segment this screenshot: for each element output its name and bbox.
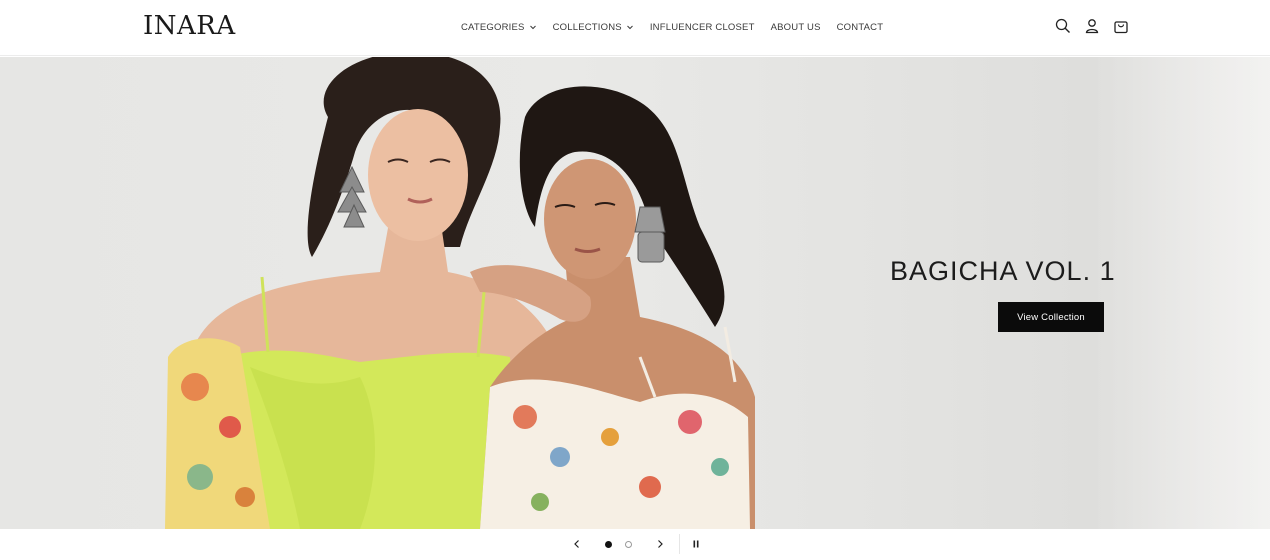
earring-right (634, 206, 666, 263)
brand-logo[interactable]: INARA (143, 11, 236, 41)
nav-item-collections[interactable]: COLLECTIONS (553, 22, 634, 33)
pause-icon[interactable] (689, 537, 703, 551)
view-collection-button[interactable]: View Collection (998, 302, 1104, 332)
two-models-photo (165, 57, 755, 529)
site-header: INARA CATEGORIES COLLECTIONS INFLUENCER … (0, 0, 1270, 56)
hero-banner: BAGICHA VOL. 1 View Collection (0, 57, 1270, 529)
nav-item-label: ABOUT US (770, 21, 821, 33)
slide-dot-2[interactable] (625, 541, 632, 548)
nav-item-label: CATEGORIES (461, 21, 525, 33)
controls-divider (679, 534, 680, 554)
nav-item-influencer-closet[interactable]: INFLUENCER CLOSET (650, 22, 755, 33)
nav-item-label: COLLECTIONS (552, 21, 622, 33)
nav-item-about-us[interactable]: ABOUT US (771, 22, 821, 33)
header-icons (1054, 17, 1130, 35)
chevron-down-icon (529, 23, 537, 31)
nav-item-categories[interactable]: CATEGORIES (461, 22, 537, 33)
nav-item-label: INFLUENCER CLOSET (649, 21, 755, 33)
nav-item-contact[interactable]: CONTACT (837, 22, 884, 33)
nav-item-label: CONTACT (836, 21, 884, 33)
slider-controls (0, 529, 1270, 560)
main-nav: CATEGORIES COLLECTIONS INFLUENCER CLOSET… (461, 20, 883, 34)
search-icon[interactable] (1054, 17, 1072, 35)
chevron-down-icon (626, 23, 634, 31)
chevron-left-icon[interactable] (570, 537, 584, 551)
chevron-right-icon[interactable] (653, 537, 667, 551)
account-icon[interactable] (1083, 17, 1101, 35)
slide-dot-1[interactable] (605, 541, 612, 548)
cart-icon[interactable] (1112, 17, 1130, 35)
hero-heading: BAGICHA VOL. 1 (890, 256, 1116, 286)
